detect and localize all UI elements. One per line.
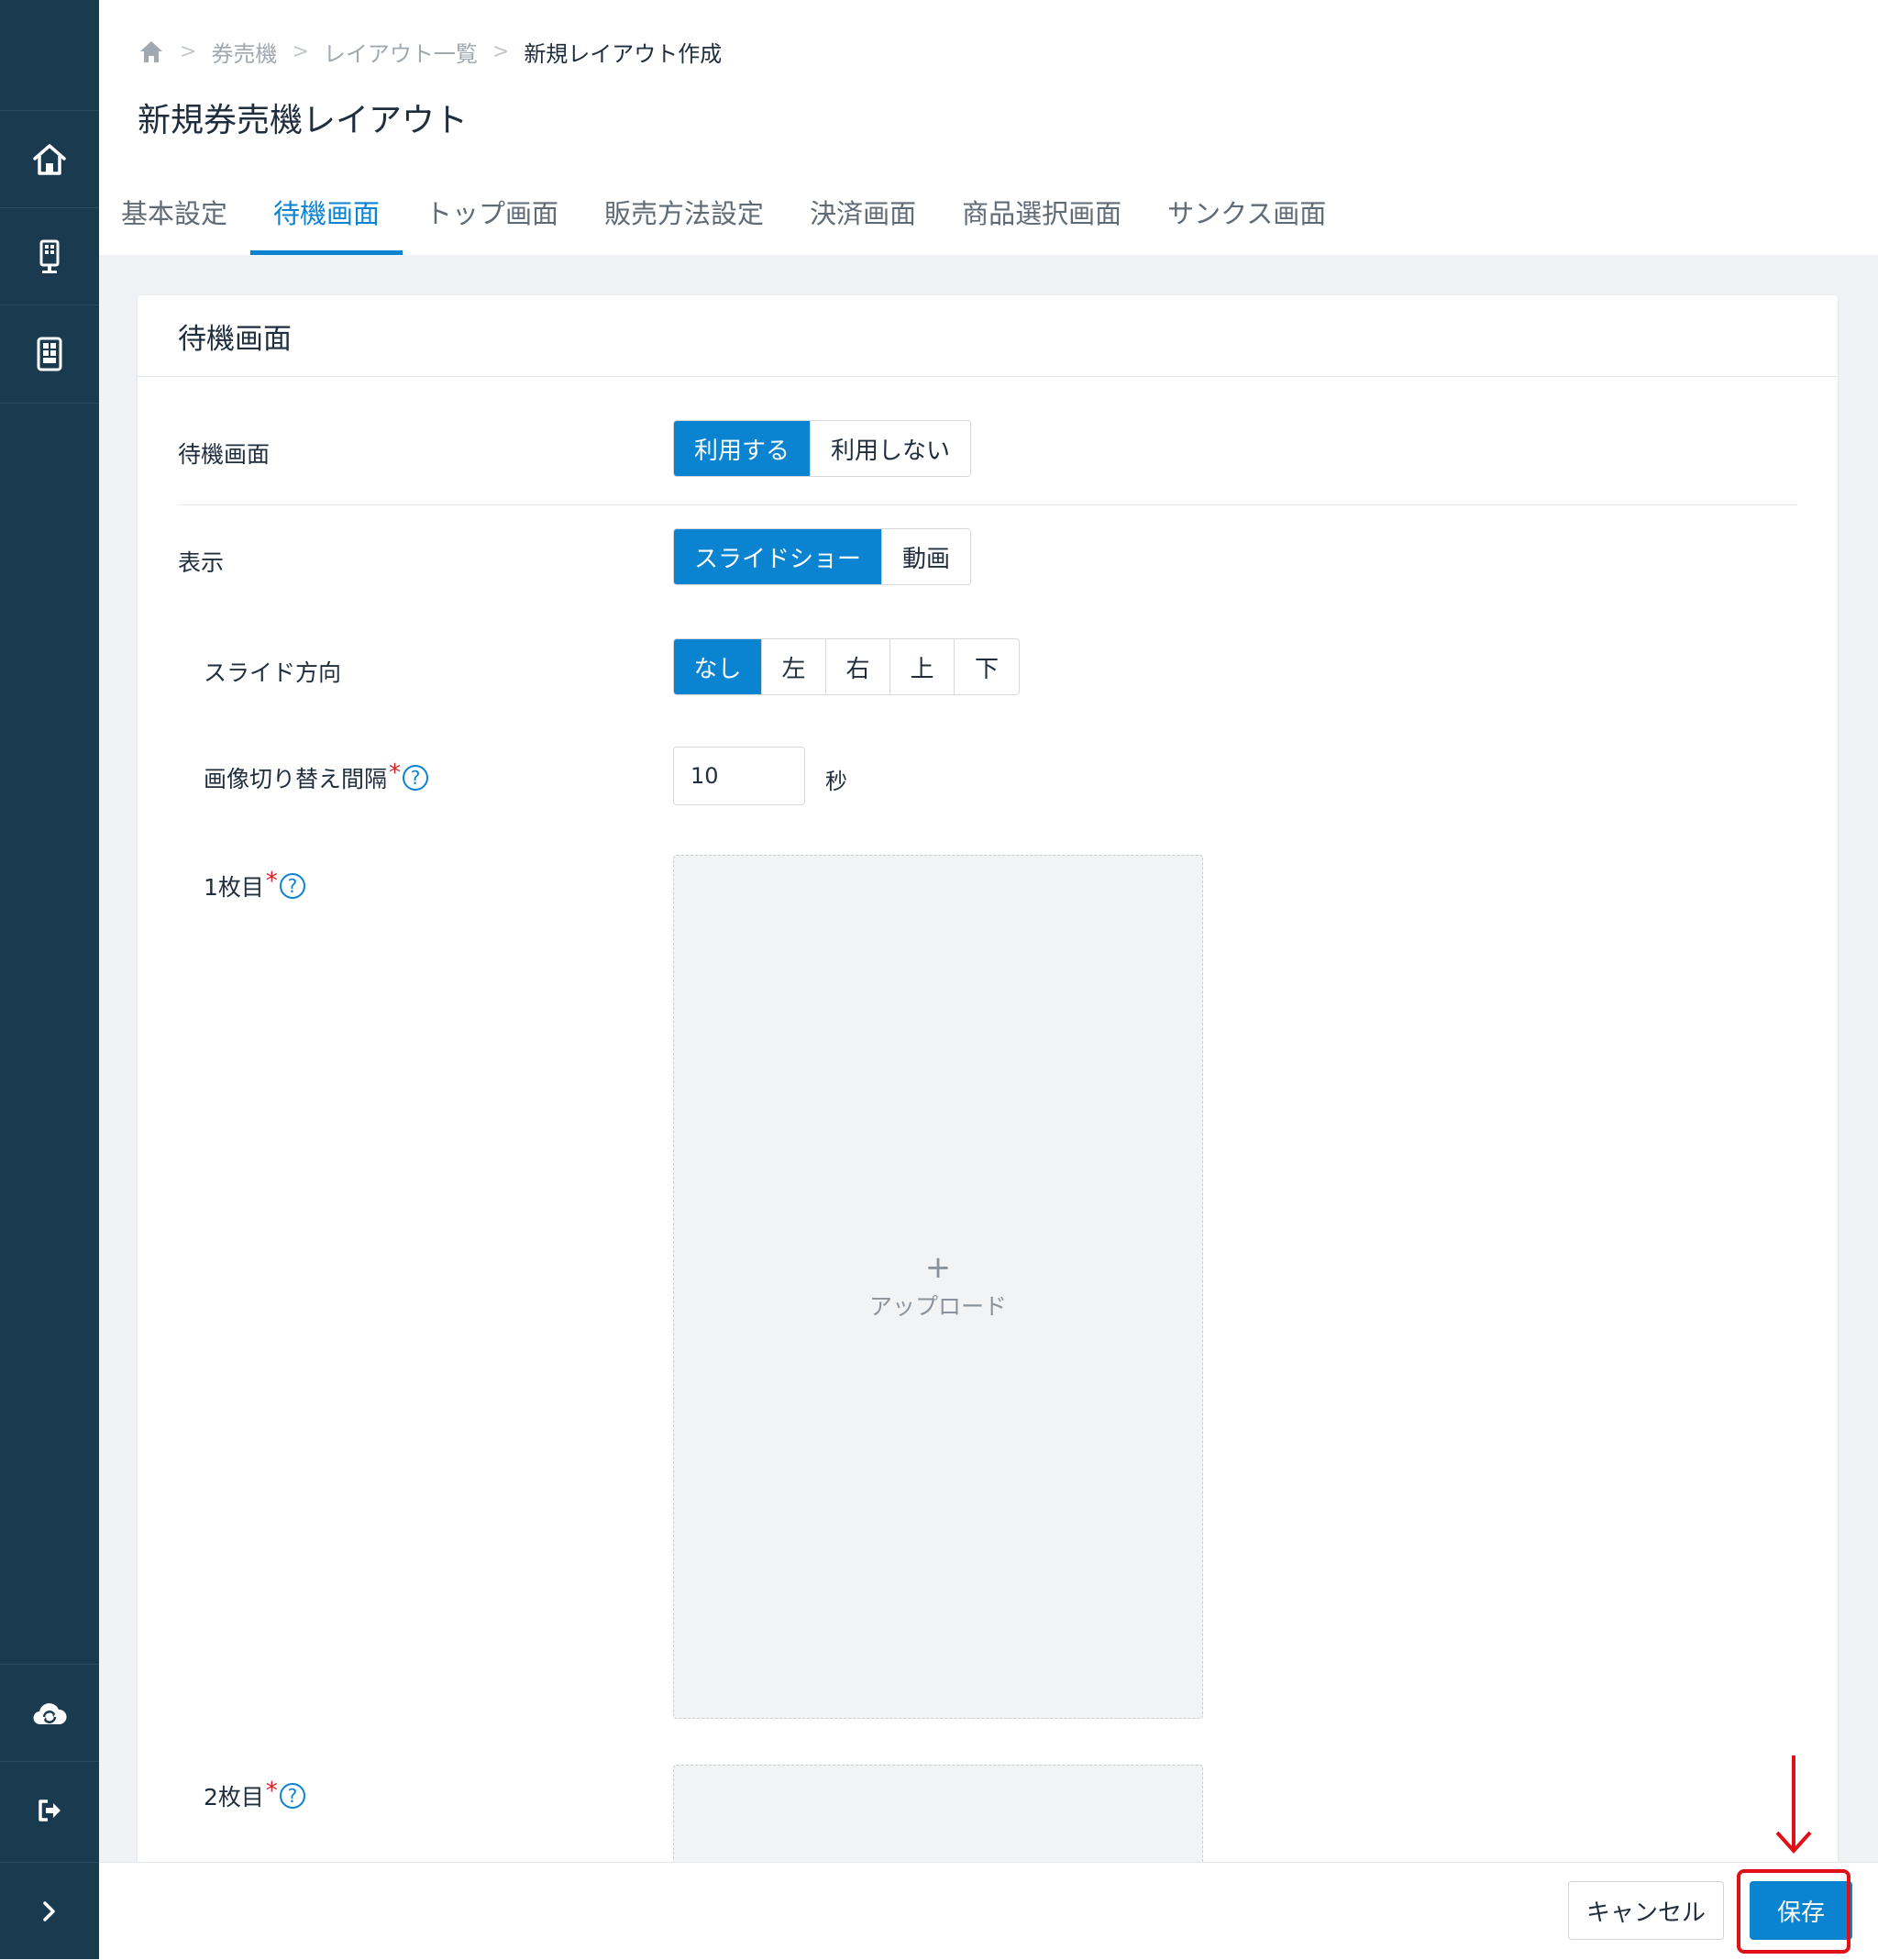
breadcrumb-item-kiosk[interactable]: 券売機 [211,36,277,68]
standby-not-use-button[interactable]: 利用しない [811,421,971,476]
interval-unit: 秒 [825,769,847,794]
sidebar [0,0,99,1959]
tab-standby-screen[interactable]: 待機画面 [250,183,403,255]
interval-input[interactable] [673,747,805,805]
breadcrumb-separator: > [180,39,197,63]
footer-action-bar: キャンセル 保存 [99,1862,1878,1960]
home-icon [33,144,66,175]
display-label: 表示 [178,549,225,576]
tab-thanks-screen[interactable]: サンクス画面 [1144,183,1349,255]
image1-label: 1枚目 * ? [204,868,305,904]
breadcrumb-item-layout-list[interactable]: レイアウト一覧 [324,36,478,68]
divider [178,504,1797,505]
sidebar-item-sync[interactable] [0,1664,99,1762]
tab-top-screen[interactable]: トップ画面 [403,183,581,255]
logout-icon [39,1799,61,1822]
direction-up-button[interactable]: 上 [890,639,955,694]
image1-upload-area[interactable]: + アップロード [673,855,1203,1719]
direction-left-button[interactable]: 左 [762,639,826,694]
home-icon[interactable] [138,39,165,64]
required-mark: * [265,868,278,895]
sidebar-item-logout[interactable] [0,1761,99,1859]
tab-sales-method[interactable]: 販売方法設定 [581,183,787,255]
image2-label-text: 2枚目 [204,1784,264,1811]
breadcrumb-separator: > [492,39,510,63]
display-toggle: スライドショー 動画 [673,528,972,585]
direction-right-button[interactable]: 右 [826,639,890,694]
sidebar-item-layout[interactable] [0,305,99,404]
standby-settings-card: 待機画面 待機画面 利用する 利用しない 表示 スライドショー 動画 スライド方… [138,295,1838,1959]
slideshow-button[interactable]: スライドショー [674,529,883,584]
direction-none-button[interactable]: なし [674,639,762,694]
direction-down-button[interactable]: 下 [955,639,1019,694]
tab-payment-screen[interactable]: 決済画面 [787,183,939,255]
video-button[interactable]: 動画 [882,529,971,584]
tab-product-select-screen[interactable]: 商品選択画面 [939,183,1144,255]
required-mark: * [389,759,402,787]
page-header: > 券売機 > レイアウト一覧 > 新規レイアウト作成 新規券売機レイアウト 基… [99,0,1878,255]
expand-icon [43,1901,55,1921]
image2-label: 2枚目 * ? [204,1777,305,1814]
interval-label: 画像切り替え間隔 * ? [204,759,429,796]
sidebar-item-home[interactable] [0,110,99,208]
image1-label-text: 1枚目 [204,874,264,901]
standby-label: 待機画面 [178,441,271,468]
required-mark: * [265,1777,278,1805]
standby-use-button[interactable]: 利用する [674,421,812,476]
help-icon[interactable]: ? [279,1783,305,1809]
card-title: 待機画面 [178,323,292,356]
tab-basic-settings[interactable]: 基本設定 [99,183,250,255]
kiosk-icon [39,239,60,273]
cancel-button[interactable]: キャンセル [1568,1881,1724,1940]
page-title: 新規券売機レイアウト [138,102,469,139]
breadcrumb-item-current: 新規レイアウト作成 [524,40,723,67]
upload-label: アップロード [868,1293,1007,1320]
sidebar-item-kiosk[interactable] [0,207,99,305]
interval-label-text: 画像切り替え間隔 [204,766,388,792]
standby-toggle: 利用する 利用しない [673,420,972,477]
divider [138,376,1838,377]
annotation-arrow-icon [1775,1755,1812,1854]
breadcrumb-separator: > [292,39,309,63]
help-icon[interactable]: ? [403,765,429,791]
annotation-highlight-box [1737,1869,1850,1954]
cloud-sync-icon [33,1703,67,1725]
sidebar-item-expand[interactable] [0,1862,99,1960]
help-icon[interactable]: ? [279,873,305,899]
slide-direction-label: スライド方向 [204,659,342,686]
tab-bar: 基本設定 待機画面 トップ画面 販売方法設定 決済画面 商品選択画面 サンクス画… [99,183,1349,255]
plus-icon: + [924,1249,952,1286]
tablet-icon [37,337,62,371]
slide-direction-toggle: なし 左 右 上 下 [673,638,1020,695]
breadcrumb: > 券売機 > レイアウト一覧 > 新規レイアウト作成 [138,35,722,68]
